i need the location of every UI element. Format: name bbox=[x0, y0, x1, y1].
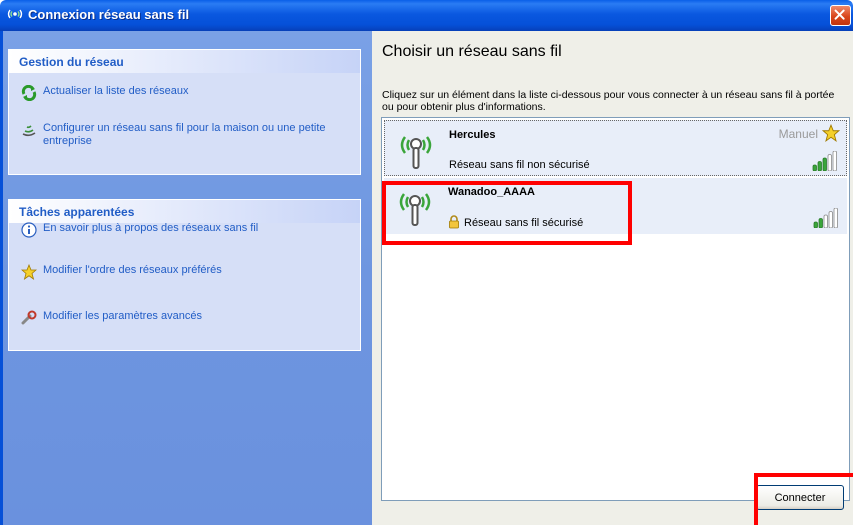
task-label: Modifier les paramètres avancés bbox=[43, 310, 202, 322]
signal-bar bbox=[828, 211, 833, 228]
task-setup-wireless[interactable]: Configurer un réseau sans fil pour la ma… bbox=[21, 122, 343, 148]
task-pane: Gestion du réseau Actualiser la liste de… bbox=[0, 31, 372, 525]
signal-bar bbox=[823, 214, 828, 228]
network-tasks-title: Gestion du réseau bbox=[9, 50, 360, 73]
connect-button[interactable]: Connecter bbox=[756, 485, 844, 510]
signal-bar bbox=[813, 221, 818, 228]
related-tasks-group: Tâches apparentées En savoir plus à prop… bbox=[8, 199, 361, 351]
main-content: Choisir un réseau sans fil Cliquez sur u… bbox=[372, 31, 853, 525]
network-status: Réseau sans fil sécurisé bbox=[464, 217, 584, 229]
refresh-icon bbox=[21, 85, 37, 101]
related-tasks-title: Tâches apparentées bbox=[9, 200, 360, 223]
close-button[interactable] bbox=[830, 5, 851, 26]
task-refresh-network-list[interactable]: Actualiser la liste des réseaux bbox=[21, 85, 343, 101]
lock-icon bbox=[449, 215, 459, 229]
task-label: Configurer un réseau sans fil pour la ma… bbox=[43, 122, 326, 147]
instructions-text: Cliquez sur un élément dans la liste ci-… bbox=[382, 89, 835, 113]
network-name: Hercules bbox=[449, 129, 496, 141]
wireless-network-icon bbox=[7, 9, 23, 19]
close-icon bbox=[834, 9, 845, 20]
task-change-preferred-order[interactable]: Modifier l'ordre des réseaux préférés bbox=[21, 264, 343, 280]
task-label: Modifier l'ordre des réseaux préférés bbox=[43, 264, 222, 276]
page-title: Choisir un réseau sans fil bbox=[382, 43, 562, 60]
network-name: Wanadoo_AAAA bbox=[448, 186, 535, 198]
network-item-wanadoo-aaaa[interactable]: Wanadoo_AAAA Réseau sans fil sécurisé bbox=[384, 178, 847, 234]
wireless-antenna-icon bbox=[399, 193, 431, 226]
signal-strength-icon bbox=[813, 208, 838, 228]
task-learn-more[interactable]: En savoir plus à propos des réseaux sans… bbox=[21, 222, 343, 238]
star-icon bbox=[822, 124, 840, 142]
network-mode-label: Manuel bbox=[778, 127, 818, 141]
task-label: Actualiser la liste des réseaux bbox=[43, 85, 189, 97]
info-icon bbox=[21, 222, 37, 238]
setup-wizard-icon bbox=[22, 125, 36, 137]
settings-icon bbox=[21, 310, 37, 325]
signal-bar bbox=[822, 157, 827, 171]
network-item-hercules[interactable]: Hercules Réseau sans fil non sécurisé Ma… bbox=[384, 120, 847, 176]
network-list[interactable]: Hercules Réseau sans fil non sécurisé Ma… bbox=[381, 117, 850, 501]
wireless-antenna-icon bbox=[400, 136, 432, 169]
signal-bar bbox=[833, 208, 838, 228]
signal-bar bbox=[827, 154, 832, 171]
signal-bar bbox=[817, 161, 822, 171]
star-icon bbox=[21, 264, 37, 280]
network-tasks-group: Gestion du réseau Actualiser la liste de… bbox=[8, 49, 361, 175]
signal-bar bbox=[818, 218, 823, 228]
signal-strength-icon bbox=[812, 151, 837, 171]
window-title: Connexion réseau sans fil bbox=[28, 7, 190, 22]
signal-bar bbox=[832, 151, 837, 171]
task-label: En savoir plus à propos des réseaux sans… bbox=[43, 222, 259, 234]
signal-bar bbox=[812, 164, 817, 171]
task-advanced-settings[interactable]: Modifier les paramètres avancés bbox=[21, 310, 343, 326]
network-status: Réseau sans fil non sécurisé bbox=[449, 159, 590, 171]
title-bar: Connexion réseau sans fil bbox=[0, 0, 853, 31]
